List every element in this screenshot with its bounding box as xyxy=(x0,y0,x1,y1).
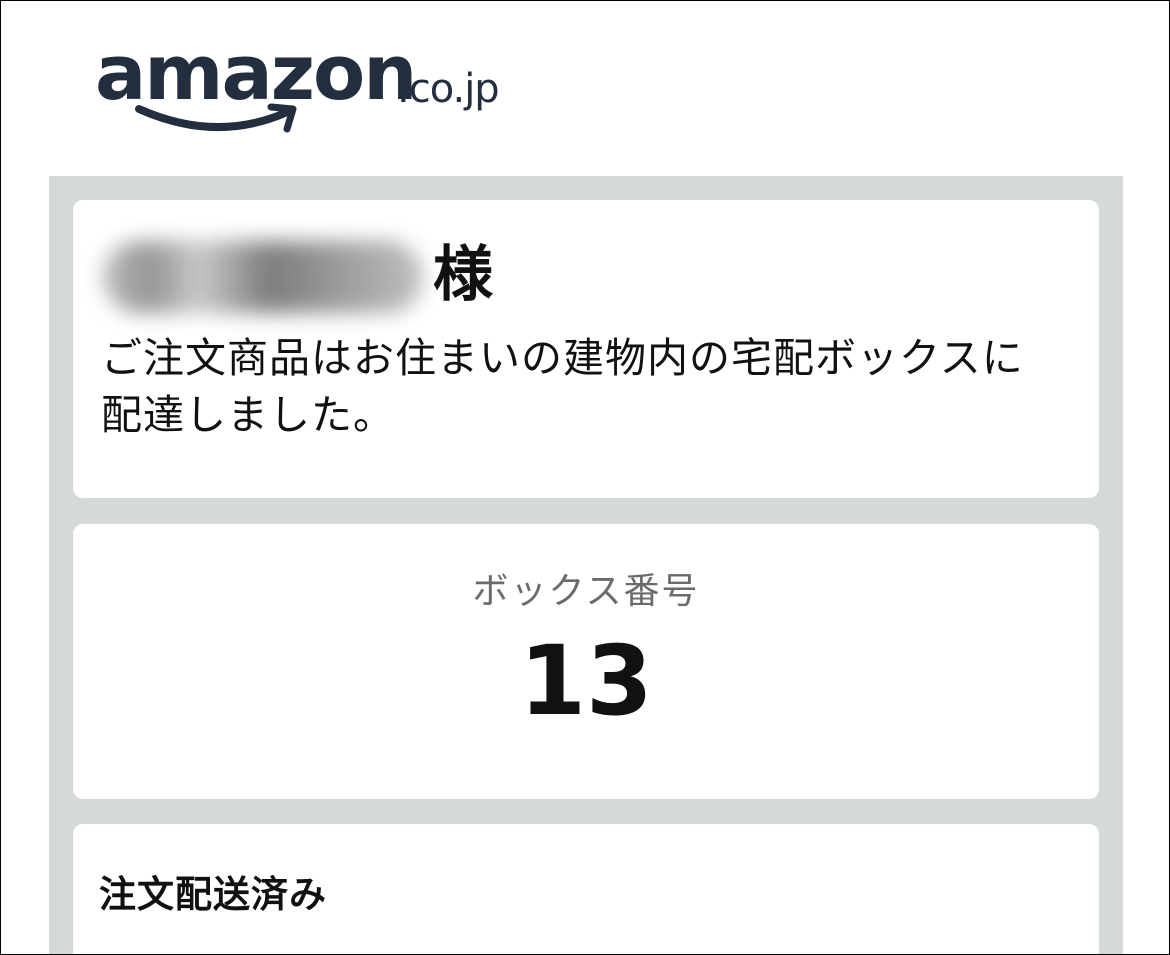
greeting-row: 様 xyxy=(103,235,703,315)
box-number-card: ボックス番号 13 xyxy=(73,524,1099,799)
smile-arrow-icon xyxy=(135,103,297,133)
redacted-customer-name xyxy=(103,241,423,313)
greeting-card: 様 ご注文商品はお住まいの建物内の宅配ボックスに配達しました。 xyxy=(73,200,1099,498)
order-status-card: 注文配送済み xyxy=(73,824,1099,954)
delivery-message: ご注文商品はお住まいの建物内の宅配ボックスに配達しました。 xyxy=(101,334,1024,439)
amazon-logo[interactable]: amazon .co.jp xyxy=(95,35,515,145)
box-number-value: 13 xyxy=(519,625,653,737)
logo-wordmark: amazon xyxy=(95,28,417,117)
logo-domain-suffix: .co.jp xyxy=(397,66,500,112)
content-panel: 様 ご注文商品はお住まいの建物内の宅配ボックスに配達しました。 ボックス番号 1… xyxy=(49,176,1123,954)
order-status-title: 注文配送済み xyxy=(99,873,327,916)
greeting-honorific: 様 xyxy=(433,240,493,310)
box-number-label: ボックス番号 xyxy=(472,571,700,612)
email-frame: amazon .co.jp 様 ご注文商品はお住まいの建物内の宅配ボックスに配達… xyxy=(0,0,1170,955)
